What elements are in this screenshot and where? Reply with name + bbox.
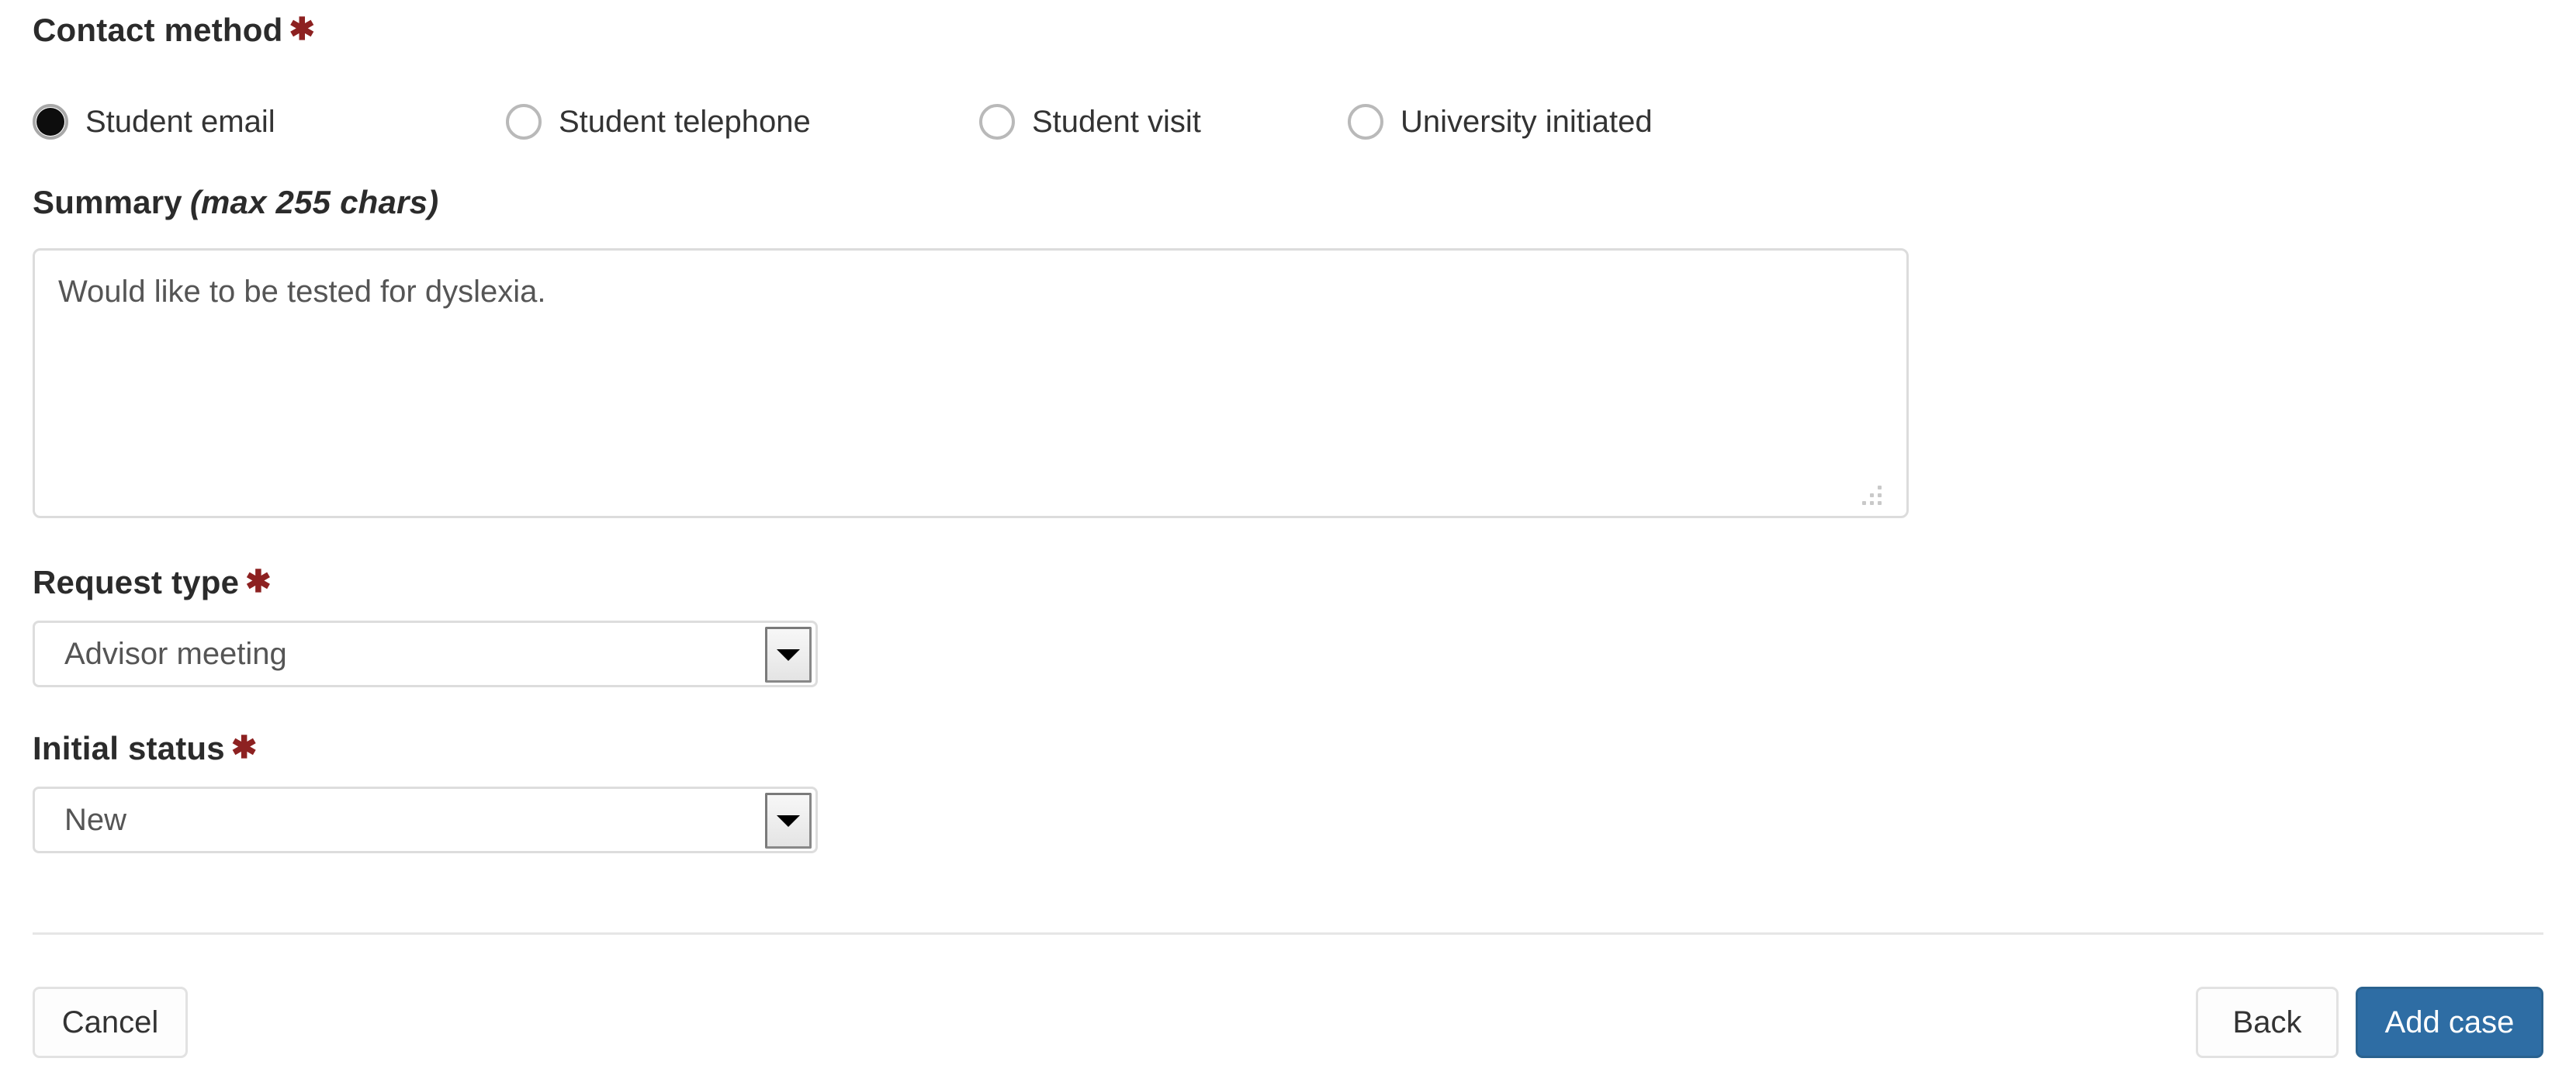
chevron-down-icon[interactable] [765, 627, 812, 683]
add-case-button[interactable]: Add case [2356, 987, 2543, 1058]
summary-max-chars-hint: (max 255 chars) [189, 184, 439, 220]
back-button[interactable]: Back [2196, 987, 2339, 1058]
initial-status-label-text: Initial status [33, 730, 225, 766]
contact-method-label-text: Contact method [33, 12, 283, 48]
request-type-select-wrap: Advisor meeting [33, 621, 818, 687]
radio-icon-student-email[interactable] [33, 104, 68, 140]
radio-label-university-initiated: University initiated [1401, 105, 1653, 139]
request-type-label-text: Request type [33, 564, 240, 600]
request-type-label: Request type ✱ [33, 566, 272, 599]
radio-option-student-email[interactable]: Student email [33, 104, 506, 140]
radio-label-student-telephone: Student telephone [559, 105, 811, 139]
radio-option-student-visit[interactable]: Student visit [979, 104, 1348, 140]
required-asterisk-icon: ✱ [245, 565, 272, 599]
initial-status-label: Initial status ✱ [33, 732, 258, 765]
radio-option-student-telephone[interactable]: Student telephone [506, 104, 979, 140]
footer-divider [33, 932, 2543, 935]
required-asterisk-icon: ✱ [230, 731, 258, 765]
request-type-select[interactable]: Advisor meeting [33, 621, 818, 687]
radio-option-university-initiated[interactable]: University initiated [1348, 104, 1782, 140]
add-case-form-page: Contact method ✱ Student email Student te… [0, 0, 2576, 1086]
summary-label-text: Summary [33, 184, 182, 220]
initial-status-select[interactable]: New [33, 787, 818, 853]
summary-textarea[interactable] [33, 248, 1909, 518]
required-asterisk-icon: ✱ [289, 12, 316, 47]
summary-label: Summary (max 255 chars) [33, 186, 438, 219]
contact-method-label: Contact method ✱ [33, 14, 315, 47]
request-type-selected-value: Advisor meeting [64, 637, 287, 671]
initial-status-select-wrap: New [33, 787, 818, 853]
radio-icon-student-visit[interactable] [979, 104, 1015, 140]
radio-icon-university-initiated[interactable] [1348, 104, 1383, 140]
contact-method-radio-group: Student email Student telephone Student … [33, 104, 1782, 140]
radio-label-student-visit: Student visit [1032, 105, 1201, 139]
initial-status-selected-value: New [64, 803, 127, 837]
chevron-down-icon[interactable] [765, 793, 812, 849]
radio-label-student-email: Student email [85, 105, 275, 139]
radio-icon-student-telephone[interactable] [506, 104, 542, 140]
cancel-button[interactable]: Cancel [33, 987, 188, 1058]
